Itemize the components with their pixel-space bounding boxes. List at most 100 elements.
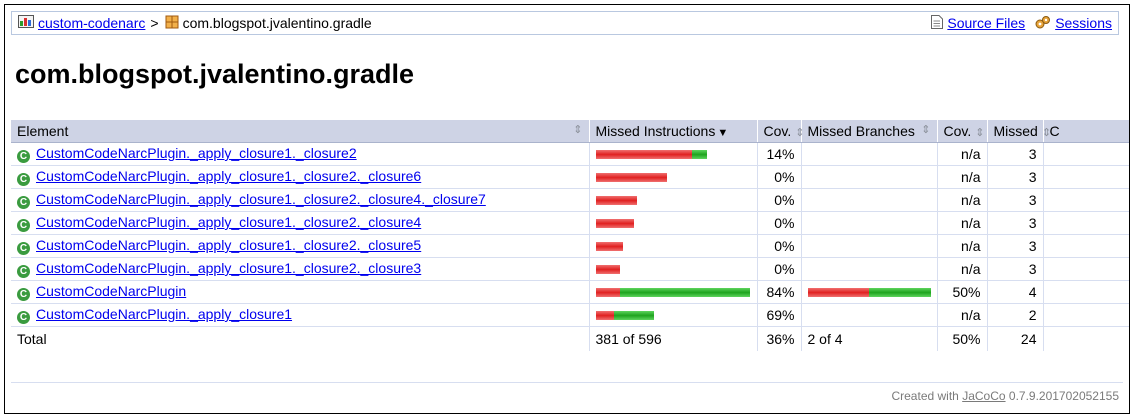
breadcrumb-left: custom-codenarc > com.blogspot.jvalentin…	[12, 15, 372, 32]
branch-coverage: n/a	[936, 188, 987, 212]
header-missed-instructions-label: Missed Instructions	[595, 123, 716, 139]
breadcrumb-root-link[interactable]: custom-codenarc	[38, 15, 145, 31]
header-instr-coverage[interactable]: Cov. ⇕	[756, 120, 805, 143]
branches-bar-cell	[800, 257, 937, 281]
class-icon: C	[17, 219, 30, 232]
header-missed-label: Missed	[993, 123, 1038, 139]
sort-icon: ⇕	[573, 124, 583, 136]
table-row: C CustomCodeNarcPlugin._apply_closure1._c…	[11, 257, 1129, 281]
instr-coverage: 69%	[756, 303, 801, 327]
header-missed-instructions[interactable]: Missed Instructions ▼	[588, 120, 757, 143]
instructions-bar-cell	[588, 234, 757, 258]
instructions-bar-cell	[588, 142, 757, 166]
class-icon: C	[17, 150, 30, 163]
element-link[interactable]: CustomCodeNarcPlugin._apply_closure1._cl…	[36, 145, 357, 161]
class-icon: C	[17, 196, 30, 209]
branch-coverage: n/a	[936, 211, 987, 235]
instructions-bar	[595, 218, 751, 228]
jacoco-link[interactable]: JaCoCo	[962, 389, 1005, 403]
element-cell: C CustomCodeNarcPlugin	[11, 280, 589, 304]
breadcrumb-separator: >	[150, 15, 159, 31]
element-cell: C CustomCodeNarcPlugin._apply_closure1._c…	[11, 188, 589, 212]
instr-coverage: 14%	[756, 142, 801, 166]
total-missed-instructions: 381 of 596	[588, 326, 757, 351]
instr-coverage: 0%	[756, 234, 801, 258]
branches-bar-cell	[800, 188, 937, 212]
coverage-table: Element ⇕ Missed Instructions ▼ Cov. ⇕ Mis…	[11, 120, 1129, 351]
table-row: C CustomCodeNarcPlugin._apply_closure1 69%…	[11, 303, 1129, 327]
covered-segment	[691, 149, 708, 159]
element-link[interactable]: CustomCodeNarcPlugin	[36, 283, 186, 299]
cxty-cell	[1042, 234, 1129, 258]
footer: Created with JaCoCo 0.7.9.201702052155	[891, 389, 1119, 403]
total-missed-complexity: 24	[986, 326, 1043, 351]
instructions-bar	[595, 149, 751, 159]
table-row: C CustomCodeNarcPlugin._apply_closure1._c…	[11, 142, 1129, 166]
element-link[interactable]: CustomCodeNarcPlugin._apply_closure1._cl…	[36, 214, 421, 230]
header-branch-coverage[interactable]: Cov. ⇕	[936, 120, 987, 143]
element-link[interactable]: CustomCodeNarcPlugin._apply_closure1._cl…	[36, 237, 421, 253]
branches-bar	[807, 287, 931, 297]
branches-bar-cell	[800, 165, 937, 189]
cxty-cell	[1042, 280, 1129, 304]
source-files-icon	[931, 14, 944, 32]
header-missed-branches[interactable]: Missed Branches ⇕	[800, 120, 937, 143]
element-link[interactable]: CustomCodeNarcPlugin._apply_closure1._cl…	[36, 191, 486, 207]
total-cxty	[1042, 326, 1129, 351]
covered-segment	[613, 310, 655, 320]
header-cxty[interactable]: C	[1042, 120, 1129, 143]
branch-coverage: n/a	[936, 234, 987, 258]
instructions-bar-cell	[588, 280, 757, 304]
header-cov2-label: Cov.	[943, 123, 972, 139]
sessions-link[interactable]: Sessions	[1055, 15, 1112, 31]
footer-version: 0.7.9.201702052155	[1008, 389, 1119, 403]
element-cell: C CustomCodeNarcPlugin._apply_closure1._c…	[11, 165, 589, 189]
total-label: Total	[11, 326, 589, 351]
missed-segment	[595, 241, 624, 251]
instr-coverage: 0%	[756, 211, 801, 235]
class-icon: C	[17, 173, 30, 186]
branch-coverage: n/a	[936, 303, 987, 327]
element-link[interactable]: CustomCodeNarcPlugin._apply_closure1._cl…	[36, 260, 421, 276]
branch-coverage: n/a	[936, 165, 987, 189]
instructions-bar-cell	[588, 165, 757, 189]
missed-complexity: 3	[986, 142, 1043, 166]
header-element[interactable]: Element ⇕	[11, 120, 589, 143]
instr-coverage: 0%	[756, 188, 801, 212]
sort-icon: ⇕	[795, 127, 805, 139]
table-row: C CustomCodeNarcPlugin._apply_closure1._c…	[11, 211, 1129, 235]
table-row: C CustomCodeNarcPlugin 84% 50% 4	[11, 280, 1129, 304]
instructions-bar	[595, 172, 751, 182]
sessions-icon	[1035, 15, 1051, 32]
report-icon	[18, 15, 34, 31]
package-icon	[165, 15, 179, 32]
instructions-bar-cell	[588, 257, 757, 281]
source-files-link[interactable]: Source Files	[947, 15, 1025, 31]
header-missed-complexity[interactable]: Missed ⇕	[986, 120, 1051, 143]
instructions-bar	[595, 264, 751, 274]
sort-icon: ⇕	[921, 124, 931, 136]
missed-complexity: 3	[986, 211, 1043, 235]
element-cell: C CustomCodeNarcPlugin._apply_closure1._c…	[11, 211, 589, 235]
total-instr-coverage: 36%	[756, 326, 801, 351]
breadcrumb: custom-codenarc > com.blogspot.jvalentin…	[11, 11, 1119, 35]
instructions-bar	[595, 195, 751, 205]
class-icon: C	[17, 242, 30, 255]
header-cov1-label: Cov.	[763, 123, 792, 139]
instr-coverage: 0%	[756, 165, 801, 189]
missed-segment	[595, 195, 638, 205]
branches-bar-cell	[800, 142, 937, 166]
instructions-bar-cell	[588, 303, 757, 327]
report-frame: custom-codenarc > com.blogspot.jvalentin…	[4, 4, 1130, 414]
branch-coverage: n/a	[936, 142, 987, 166]
breadcrumb-right: Source Files Sessions	[931, 14, 1118, 32]
missed-segment	[595, 264, 621, 274]
missed-complexity: 3	[986, 188, 1043, 212]
element-link[interactable]: CustomCodeNarcPlugin._apply_closure1	[36, 306, 292, 322]
element-link[interactable]: CustomCodeNarcPlugin._apply_closure1._cl…	[36, 168, 421, 184]
header-element-label: Element	[17, 123, 69, 139]
footer-divider	[11, 382, 1123, 383]
sort-icon: ⇕	[975, 127, 985, 139]
element-cell: C CustomCodeNarcPlugin._apply_closure1._c…	[11, 257, 589, 281]
missed-segment	[595, 287, 621, 297]
